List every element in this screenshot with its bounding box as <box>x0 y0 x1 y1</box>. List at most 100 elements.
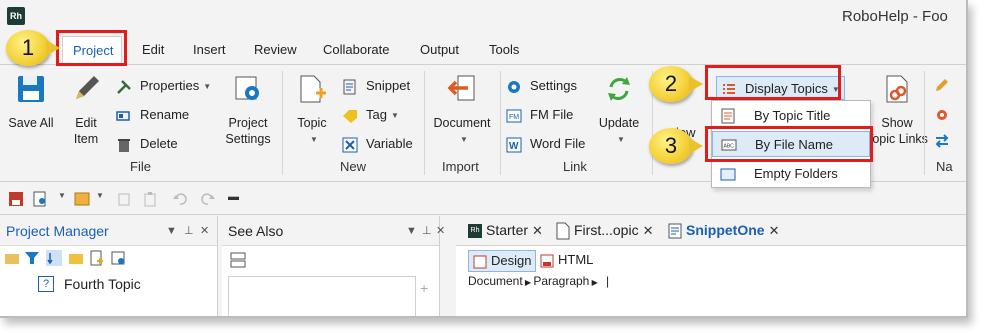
tag-label: Tag <box>366 107 387 122</box>
fm-file-button[interactable]: FM FM File <box>506 105 573 125</box>
properties-button[interactable]: Properties ▼ <box>116 76 211 96</box>
word-file-button[interactable]: W Word File <box>506 134 585 154</box>
topic-label: Topic <box>297 116 327 130</box>
settings-label: Settings <box>530 78 577 93</box>
new-topic-icon[interactable] <box>88 250 104 266</box>
tab-insert[interactable]: Insert <box>193 42 226 57</box>
callout-step-3: 3 <box>649 128 703 164</box>
gear-icon <box>508 80 520 93</box>
group-divider <box>282 71 283 175</box>
close-icon[interactable]: ✕ <box>532 223 543 238</box>
fm-file-label: FM File <box>530 107 574 122</box>
see-also-list-icon[interactable] <box>230 252 246 268</box>
sort-az-icon[interactable] <box>46 250 62 266</box>
variable-label: Variable <box>366 136 413 151</box>
customize-toolbar-icon[interactable]: ▬ <box>228 191 244 207</box>
see-also-list[interactable] <box>228 276 416 316</box>
snippet-button[interactable]: Snippet <box>342 76 410 96</box>
tree-item-fourth-topic[interactable]: Fourth Topic <box>64 276 141 292</box>
tab-starter-label: Starter <box>486 222 529 238</box>
chevron-down-icon: ▼ <box>460 134 468 144</box>
document-label: Document <box>433 116 491 130</box>
save-icon[interactable] <box>8 191 24 207</box>
delete-button[interactable]: Delete <box>116 134 178 154</box>
breadcrumb-paragraph[interactable]: Paragraph <box>533 274 589 288</box>
file-group-label: File <box>130 159 151 174</box>
edit-item-button[interactable]: Edit Item <box>64 73 108 147</box>
design-label: Design <box>491 253 532 268</box>
html-label: HTML <box>558 252 594 267</box>
link-settings-button[interactable]: Settings <box>506 76 577 96</box>
save-all-label: Save All <box>8 116 54 130</box>
highlight-project-tab <box>56 30 127 66</box>
folder-tree-icon[interactable] <box>4 250 20 266</box>
html-view-button[interactable]: HTML <box>540 250 593 272</box>
pin-icon[interactable]: ⊥ <box>422 216 432 246</box>
panel-menu-icon[interactable]: ▼ <box>406 216 417 246</box>
page-icon <box>556 222 570 240</box>
properties-icon <box>117 79 131 94</box>
project-settings-button[interactable]: Project Settings <box>220 73 276 147</box>
tag-button[interactable]: Tag ▼ <box>342 105 399 125</box>
callout-step-1: 1 <box>6 30 60 66</box>
panel-menu-icon[interactable]: ▼ <box>166 216 177 246</box>
preview-icon[interactable] <box>32 191 48 207</box>
pencil-icon <box>76 76 99 99</box>
fm-file-icon: FM <box>506 109 522 123</box>
chevron-down-icon: ▼ <box>310 134 318 144</box>
tab-review[interactable]: Review <box>254 42 297 57</box>
settings-gear-icon <box>235 76 259 100</box>
new-folder-icon[interactable] <box>68 250 84 266</box>
word-icon: W <box>506 137 522 153</box>
snippet-icon <box>343 79 356 95</box>
title-bar: Rh RoboHelp - Foo <box>0 0 966 34</box>
pin-icon[interactable]: ⊥ <box>184 216 194 246</box>
filter-icon[interactable] <box>24 250 40 266</box>
import-group-label: Import <box>442 159 479 174</box>
chevron-down-icon[interactable]: ▼ <box>58 191 74 207</box>
rename-icon <box>116 110 130 121</box>
new-topic-button[interactable]: Topic ▼ <box>292 73 332 148</box>
update-button[interactable]: Update ▼ <box>594 73 644 148</box>
properties-icon[interactable] <box>110 250 126 266</box>
group-divider <box>424 71 425 175</box>
tab-first-topic[interactable]: First...opic ✕ <box>574 222 653 239</box>
project-manager-header: Project Manager ▼ ⊥ ✕ <box>0 216 217 246</box>
document-tab-bar: Rh Starter ✕ First...opic ✕ SnippetOne ✕ <box>456 216 966 246</box>
tab-tools[interactable]: Tools <box>489 42 519 57</box>
tab-edit[interactable]: Edit <box>142 42 164 57</box>
window-title: RoboHelp - Foo <box>842 8 948 25</box>
tab-snippet-one[interactable]: SnippetOne ✕ <box>686 222 779 239</box>
highlight-by-file-name <box>705 126 873 162</box>
breadcrumb-document[interactable]: Document <box>468 274 523 288</box>
tab-starter[interactable]: Starter ✕ <box>486 222 543 239</box>
generate-output-icon[interactable] <box>74 191 90 207</box>
rename-button[interactable]: Rename <box>116 105 189 125</box>
pen-icon[interactable] <box>934 77 950 93</box>
tab-collaborate[interactable]: Collaborate <box>323 42 390 57</box>
update-label: Update <box>598 116 640 130</box>
close-icon[interactable]: ✕ <box>643 223 654 238</box>
close-icon[interactable]: ✕ <box>769 223 780 238</box>
undo-icon <box>173 193 187 205</box>
group-divider <box>924 71 925 175</box>
swap-arrows-icon[interactable] <box>934 133 950 149</box>
snippet-icon <box>668 223 682 239</box>
breadcrumb-cursor: | <box>605 274 610 288</box>
word-file-label: Word File <box>530 136 586 151</box>
chevron-down-icon[interactable]: ▼ <box>96 191 112 207</box>
cog-icon[interactable] <box>934 107 950 123</box>
save-all-button[interactable]: Save All <box>8 73 54 131</box>
design-icon <box>473 255 487 269</box>
close-icon[interactable]: ✕ <box>436 216 445 246</box>
design-view-button[interactable]: Design <box>468 250 537 272</box>
show-topic-links-button[interactable]: Show Topic Links <box>866 73 928 147</box>
import-document-button[interactable]: Document ▼ <box>430 73 494 148</box>
tab-output[interactable]: Output <box>420 42 459 57</box>
show-topic-links-label: Show Topic Links <box>866 116 928 146</box>
close-icon[interactable]: ✕ <box>200 216 209 246</box>
delete-label: Delete <box>140 136 178 151</box>
variable-button[interactable]: Variable <box>342 134 413 154</box>
group-divider <box>500 71 501 175</box>
menu-item-empty-folders[interactable]: Empty Folders <box>712 161 870 187</box>
